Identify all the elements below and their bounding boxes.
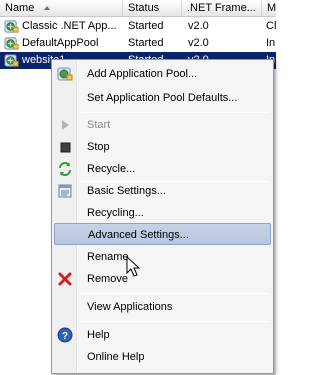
column-status-label: Status <box>128 2 160 14</box>
menu-item-recycling[interactable]: Recycling... <box>54 202 271 224</box>
remove-x-icon <box>58 272 72 286</box>
app-pool-icon <box>4 20 19 33</box>
table-row[interactable]: Classic .NET App... Started v2.0 Cl <box>0 18 276 35</box>
menu-separator <box>81 321 269 322</box>
menu-item-add-application-pool[interactable]: Add Application Pool... <box>54 63 271 85</box>
menu-item-label: View Applications <box>87 301 173 313</box>
menu-item-remove[interactable]: Remove <box>54 268 271 290</box>
context-menu: Add Application Pool... Set Application … <box>51 59 274 374</box>
row-framework: v2.0 <box>188 20 209 32</box>
menu-item-label: Add Application Pool... <box>87 68 198 80</box>
app-pool-icon <box>4 54 19 67</box>
row-more: In <box>266 37 276 49</box>
menu-item-recycle[interactable]: Recycle... <box>54 158 271 180</box>
column-header-name[interactable]: Name <box>0 0 123 16</box>
stop-icon <box>60 142 71 153</box>
row-name: Classic .NET App... <box>22 20 117 32</box>
menu-item-label: Advanced Settings... <box>88 229 189 241</box>
play-icon <box>62 120 69 130</box>
settings-sheet-icon <box>58 184 72 198</box>
menu-separator <box>81 112 269 113</box>
menu-item-label: Rename <box>87 251 129 263</box>
column-name-label: Name <box>5 2 35 14</box>
menu-item-advanced-settings[interactable]: Advanced Settings... <box>54 223 271 245</box>
menu-item-label: Start <box>87 119 111 131</box>
menu-item-label: Recycling... <box>87 207 144 219</box>
row-status: Started <box>128 37 164 49</box>
menu-item-view-applications[interactable]: View Applications <box>54 296 271 318</box>
menu-item-set-defaults[interactable]: Set Application Pool Defaults... <box>54 87 271 109</box>
menu-item-online-help[interactable]: Online Help <box>54 346 271 368</box>
row-status: Started <box>128 20 164 32</box>
menu-item-label: Online Help <box>87 351 145 363</box>
sort-ascending-icon <box>44 6 50 10</box>
menu-item-label: Help <box>87 329 110 341</box>
table-row[interactable]: DefaultAppPool Started v2.0 In <box>0 35 276 52</box>
menu-item-basic-settings[interactable]: Basic Settings... <box>54 180 271 202</box>
row-more: Cl <box>266 20 276 32</box>
menu-item-label: Basic Settings... <box>87 185 166 197</box>
column-header-bar: Name Status .NET Frame... M <box>0 0 276 17</box>
menu-item-stop[interactable]: Stop <box>54 136 271 158</box>
row-name: DefaultAppPool <box>22 37 99 49</box>
menu-separator <box>81 293 269 294</box>
svg-text:?: ? <box>62 331 68 342</box>
mouse-pointer-icon <box>126 256 141 277</box>
row-framework: v2.0 <box>188 37 209 49</box>
menu-item-label: Remove <box>87 273 128 285</box>
recycle-icon <box>59 162 71 176</box>
column-header-framework[interactable]: .NET Frame... <box>182 0 262 16</box>
menu-item-label: Set Application Pool Defaults... <box>87 92 238 104</box>
add-app-pool-icon <box>57 67 73 81</box>
help-icon: ? <box>57 327 73 343</box>
menu-item-start[interactable]: Start <box>54 114 271 136</box>
menu-item-label: Stop <box>87 141 110 153</box>
column-header-status[interactable]: Status <box>123 0 182 16</box>
menu-item-rename[interactable]: Rename <box>54 246 271 268</box>
column-framework-label: .NET Frame... <box>187 2 256 14</box>
menu-item-help[interactable]: ? Help <box>54 324 271 346</box>
menu-item-label: Recycle... <box>87 163 136 175</box>
app-pool-icon <box>4 37 19 50</box>
column-header-more[interactable]: M <box>262 0 276 16</box>
column-more-label: M <box>267 2 276 14</box>
